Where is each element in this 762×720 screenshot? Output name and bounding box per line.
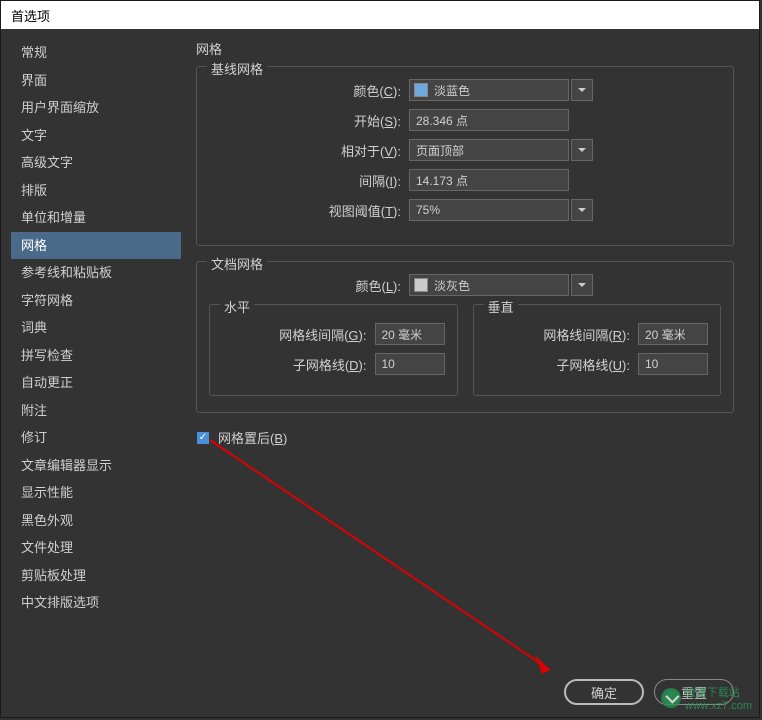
baseline-color-select[interactable]: 淡蓝色 xyxy=(409,79,569,101)
sidebar-item-guides[interactable]: 参考线和粘贴板 xyxy=(11,259,181,287)
sidebar-item-grids[interactable]: 网格 xyxy=(11,232,181,260)
sidebar-item-ui-scaling[interactable]: 用户界面缩放 xyxy=(11,94,181,122)
h-gridline-label: 网格线间隔(G): xyxy=(279,325,374,344)
document-grid-fieldset: 文档网格 颜色(L): 淡灰色 水平 网格线间隔(G): xyxy=(196,261,734,413)
color-swatch-icon xyxy=(414,83,428,97)
watermark-brand: 极速下载站 xyxy=(685,684,752,700)
doc-color-select[interactable]: 淡灰色 xyxy=(409,274,569,296)
document-legend: 文档网格 xyxy=(207,254,267,273)
baseline-relative-dropdown[interactable] xyxy=(571,139,593,161)
ok-button[interactable]: 确定 xyxy=(564,679,644,705)
sidebar-item-file-handling[interactable]: 文件处理 xyxy=(11,534,181,562)
grid-behind-label: 网格置后(B) xyxy=(218,428,287,447)
h-sub-label: 子网格线(D): xyxy=(293,355,375,374)
baseline-spacing-input[interactable] xyxy=(409,169,569,191)
baseline-color-label: 颜色(C): xyxy=(209,81,409,100)
sidebar-item-story-editor[interactable]: 文章编辑器显示 xyxy=(11,452,181,480)
chevron-down-icon xyxy=(578,283,586,287)
baseline-legend: 基线网格 xyxy=(207,59,267,78)
v-gridline-input[interactable] xyxy=(638,323,708,345)
v-sub-input[interactable] xyxy=(638,353,708,375)
titlebar: 首选项 xyxy=(1,1,759,29)
baseline-threshold-dropdown[interactable] xyxy=(571,199,593,221)
sidebar-item-notes[interactable]: 附注 xyxy=(11,397,181,425)
sidebar-item-units[interactable]: 单位和增量 xyxy=(11,204,181,232)
grid-behind-checkbox[interactable]: ✓ xyxy=(196,431,210,445)
doc-color-label: 颜色(L): xyxy=(209,276,409,295)
color-swatch-icon xyxy=(414,278,428,292)
baseline-color-dropdown[interactable] xyxy=(571,79,593,101)
sidebar-item-spelling[interactable]: 拼写检查 xyxy=(11,342,181,370)
dialog-content: 常规 界面 用户界面缩放 文字 高级文字 排版 单位和增量 网格 参考线和粘贴板… xyxy=(1,29,759,669)
button-row: 确定 重置 xyxy=(1,669,759,715)
preferences-dialog: 首选项 常规 界面 用户界面缩放 文字 高级文字 排版 单位和增量 网格 参考线… xyxy=(0,0,760,718)
sidebar-item-type[interactable]: 文字 xyxy=(11,122,181,150)
baseline-threshold-select[interactable]: 75% xyxy=(409,199,569,221)
baseline-grid-fieldset: 基线网格 颜色(C): 淡蓝色 开始(S): 相对于(V): 页面顶部 xyxy=(196,66,734,246)
chevron-down-icon xyxy=(578,148,586,152)
chevron-down-icon xyxy=(578,208,586,212)
checkmark-icon: ✓ xyxy=(199,433,207,443)
vertical-fieldset: 垂直 网格线间隔(R): 子网格线(U): xyxy=(473,304,722,396)
sidebar-item-clipboard[interactable]: 剪贴板处理 xyxy=(11,562,181,590)
h-sub-input[interactable] xyxy=(375,353,445,375)
watermark-badge-icon xyxy=(661,688,681,708)
sidebar-item-dictionary[interactable]: 词典 xyxy=(11,314,181,342)
watermark: 极速下载站 www.xz7.com xyxy=(661,684,752,712)
sidebar-item-black-appearance[interactable]: 黑色外观 xyxy=(11,507,181,535)
sidebar-item-cjk-options[interactable]: 中文排版选项 xyxy=(11,589,181,617)
baseline-relative-label: 相对于(V): xyxy=(209,141,409,160)
main-panel: 网格 基线网格 颜色(C): 淡蓝色 开始(S): 相对于(V): xyxy=(181,39,749,669)
window-title: 首选项 xyxy=(11,6,50,25)
baseline-start-input[interactable] xyxy=(409,109,569,131)
sidebar-item-interface[interactable]: 界面 xyxy=(11,67,181,95)
vertical-legend: 垂直 xyxy=(484,297,518,316)
watermark-url: www.xz7.com xyxy=(685,700,752,712)
chevron-down-icon xyxy=(578,88,586,92)
sidebar-item-general[interactable]: 常规 xyxy=(11,39,181,67)
sidebar-item-display-perf[interactable]: 显示性能 xyxy=(11,479,181,507)
baseline-relative-select[interactable]: 页面顶部 xyxy=(409,139,569,161)
v-sub-label: 子网格线(U): xyxy=(556,355,638,374)
sidebar: 常规 界面 用户界面缩放 文字 高级文字 排版 单位和增量 网格 参考线和粘贴板… xyxy=(11,39,181,669)
sidebar-item-advanced-type[interactable]: 高级文字 xyxy=(11,149,181,177)
sidebar-item-composition[interactable]: 排版 xyxy=(11,177,181,205)
doc-color-dropdown[interactable] xyxy=(571,274,593,296)
baseline-spacing-label: 间隔(I): xyxy=(209,171,409,190)
grid-behind-row: ✓ 网格置后(B) xyxy=(196,428,734,447)
sidebar-item-track-changes[interactable]: 修订 xyxy=(11,424,181,452)
horizontal-fieldset: 水平 网格线间隔(G): 子网格线(D): xyxy=(209,304,458,396)
h-gridline-input[interactable] xyxy=(375,323,445,345)
sidebar-item-char-grid[interactable]: 字符网格 xyxy=(11,287,181,315)
baseline-threshold-label: 视图阈值(T): xyxy=(209,201,409,220)
baseline-start-label: 开始(S): xyxy=(209,111,409,130)
sidebar-item-autocorrect[interactable]: 自动更正 xyxy=(11,369,181,397)
v-gridline-label: 网格线间隔(R): xyxy=(543,325,638,344)
horizontal-legend: 水平 xyxy=(220,297,254,316)
page-title: 网格 xyxy=(196,39,734,58)
